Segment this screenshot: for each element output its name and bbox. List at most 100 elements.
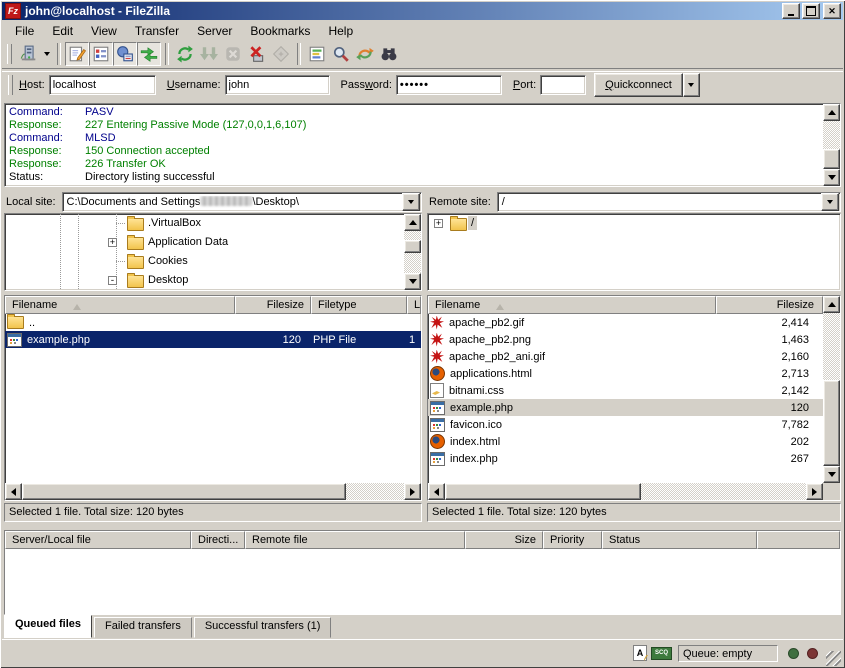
remote-site-combo[interactable]: / <box>497 192 841 212</box>
cancel-operation-button[interactable] <box>221 42 245 66</box>
menu-view[interactable]: View <box>82 22 126 40</box>
menu-edit[interactable]: Edit <box>43 22 82 40</box>
toggle-transfer-queue-button[interactable] <box>137 42 161 66</box>
file-row-selected[interactable]: example.php120 <box>428 399 823 416</box>
disconnect-icon <box>248 45 266 63</box>
tab-queued-files[interactable]: Queued files <box>4 615 92 638</box>
tab-successful-transfers[interactable]: Successful transfers (1) <box>194 617 332 638</box>
speed-limit-indicator-icon[interactable]: SCQ <box>651 647 672 660</box>
file-row[interactable]: index.html202 <box>428 433 823 450</box>
expand-icon[interactable]: + <box>108 238 117 247</box>
directory-comparison-button[interactable] <box>329 42 353 66</box>
column-header-remote-file[interactable]: Remote file <box>245 531 465 549</box>
local-list-hscrollbar[interactable] <box>5 483 421 500</box>
scroll-down-button[interactable] <box>823 466 840 483</box>
scrollbar-thumb[interactable] <box>823 380 840 466</box>
menu-file[interactable]: File <box>6 22 43 40</box>
scrollbar-thumb[interactable] <box>445 483 641 500</box>
toggle-remote-tree-button[interactable] <box>113 42 137 66</box>
toolbar-separator <box>297 43 301 65</box>
toggle-message-log-button[interactable] <box>65 42 89 66</box>
menu-help[interactable]: Help <box>319 22 362 40</box>
column-header-filesize[interactable]: Filesize <box>716 296 823 314</box>
tree-item-root[interactable]: + / <box>428 214 840 233</box>
find-button[interactable] <box>377 42 401 66</box>
file-row[interactable]: apache_pb2.gif2,414 <box>428 314 823 331</box>
arrow-up-icon <box>409 216 417 225</box>
remote-list-hscrollbar[interactable] <box>428 483 823 500</box>
log-scrollbar[interactable] <box>823 104 840 186</box>
host-input[interactable] <box>49 75 156 95</box>
column-header-size[interactable]: Size <box>465 531 543 549</box>
column-header-priority[interactable]: Priority <box>543 531 602 549</box>
quickconnect-dropdown[interactable] <box>683 73 700 97</box>
scroll-up-button[interactable] <box>823 296 840 313</box>
reconnect-button[interactable] <box>269 42 293 66</box>
filter-button[interactable] <box>305 42 329 66</box>
tree-item-virtualbox[interactable]: .VirtualBox <box>5 214 421 233</box>
file-row[interactable]: applications.html2,713 <box>428 365 823 382</box>
php-file-icon <box>430 401 445 415</box>
scroll-up-button[interactable] <box>404 214 421 231</box>
column-header-direction[interactable]: Directi... <box>191 531 245 549</box>
tree-item-application-data[interactable]: + Application Data <box>5 233 421 252</box>
tree-connector <box>116 223 126 224</box>
file-row[interactable]: favicon.ico7,782 <box>428 416 823 433</box>
close-button[interactable]: ✕ <box>823 3 841 19</box>
data-type-indicator-icon[interactable]: A <box>633 645 647 661</box>
menu-bookmarks[interactable]: Bookmarks <box>241 22 319 40</box>
scrollbar-thumb[interactable] <box>823 149 840 169</box>
remote-site-dropdown[interactable] <box>821 193 839 211</box>
file-row-selected[interactable]: example.php 120 PHP File 1 <box>5 331 421 348</box>
column-header-status[interactable]: Status <box>602 531 757 549</box>
process-queue-button[interactable] <box>197 42 221 66</box>
scroll-left-button[interactable] <box>5 483 22 500</box>
quickconnect-grip[interactable] <box>8 75 13 95</box>
maximize-button[interactable] <box>802 3 820 19</box>
minimize-button[interactable] <box>782 3 800 19</box>
quickconnect-button[interactable]: Quickconnect <box>594 73 683 97</box>
resize-grip[interactable] <box>826 651 841 666</box>
tab-failed-transfers[interactable]: Failed transfers <box>94 617 192 638</box>
menu-server[interactable]: Server <box>188 22 241 40</box>
toggle-local-tree-button[interactable] <box>89 42 113 66</box>
column-header-filename[interactable]: Filename <box>428 296 716 314</box>
column-header-filename[interactable]: Filename <box>5 296 235 314</box>
disconnect-button[interactable] <box>245 42 269 66</box>
file-row-parent-dir[interactable]: .. <box>5 314 421 331</box>
column-header-filesize[interactable]: Filesize <box>235 296 311 314</box>
port-input[interactable] <box>540 75 586 95</box>
collapse-icon[interactable]: - <box>108 276 117 285</box>
username-input[interactable] <box>225 75 330 95</box>
site-manager-button[interactable] <box>16 42 40 66</box>
tree-item-desktop[interactable]: - Desktop <box>5 271 421 290</box>
column-header-filetype[interactable]: Filetype <box>311 296 407 314</box>
file-row[interactable]: bitnami.css2,142 <box>428 382 823 399</box>
scroll-right-button[interactable] <box>404 483 421 500</box>
scroll-down-button[interactable] <box>404 273 421 290</box>
column-header-last-modified[interactable]: L <box>407 296 421 314</box>
local-site-combo[interactable]: C:\Documents and Settings\Desktop\ <box>62 192 422 212</box>
binoculars-icon <box>380 45 398 63</box>
scroll-up-button[interactable] <box>823 104 840 121</box>
scroll-right-button[interactable] <box>806 483 823 500</box>
remote-list-vscrollbar[interactable] <box>823 296 840 483</box>
expand-icon[interactable]: + <box>434 219 443 228</box>
synchronized-browsing-button[interactable] <box>353 42 377 66</box>
file-row[interactable]: apache_pb2.png1,463 <box>428 331 823 348</box>
file-row[interactable]: apache_pb2_ani.gif2,160 <box>428 348 823 365</box>
local-site-dropdown[interactable] <box>402 193 420 211</box>
column-header-server-local-file[interactable]: Server/Local file <box>5 531 191 549</box>
tree-item-cookies[interactable]: Cookies <box>5 252 421 271</box>
scroll-down-button[interactable] <box>823 169 840 186</box>
menu-transfer[interactable]: Transfer <box>126 22 188 40</box>
toolbar-grip[interactable] <box>7 44 12 64</box>
refresh-button[interactable] <box>173 42 197 66</box>
scrollbar-thumb[interactable] <box>22 483 346 500</box>
site-manager-dropdown[interactable] <box>40 43 53 65</box>
scroll-left-button[interactable] <box>428 483 445 500</box>
password-input[interactable] <box>396 75 502 95</box>
file-row[interactable]: index.php267 <box>428 450 823 467</box>
scrollbar-thumb[interactable] <box>404 240 421 253</box>
local-tree-scrollbar[interactable] <box>404 214 421 290</box>
